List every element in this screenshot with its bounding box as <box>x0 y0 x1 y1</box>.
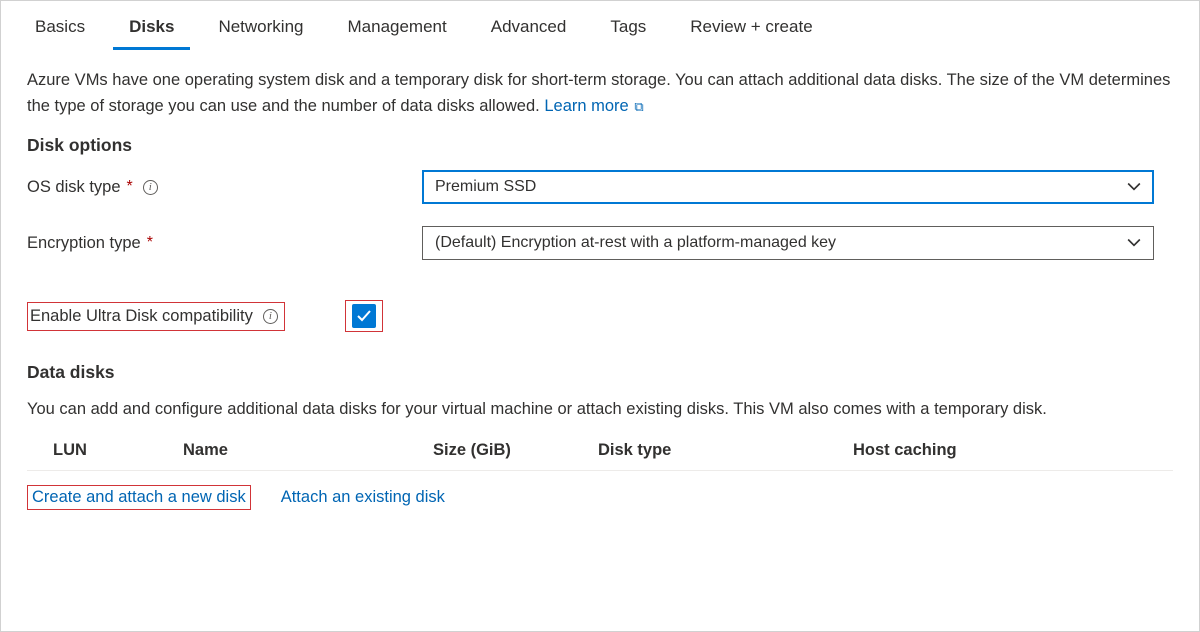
form-row-os-disk-type: OS disk type * i Premium SSD <box>27 170 1173 204</box>
ultra-disk-label: Enable Ultra Disk compatibility <box>30 307 253 326</box>
form-row-encryption-type: Encryption type * (Default) Encryption a… <box>27 226 1173 260</box>
section-title-data-disks: Data disks <box>27 362 1173 383</box>
tab-management[interactable]: Management <box>332 11 463 50</box>
ultra-disk-checkbox[interactable] <box>352 304 376 328</box>
learn-more-label: Learn more <box>544 97 628 115</box>
required-indicator: * <box>127 178 133 196</box>
th-name: Name <box>183 441 433 460</box>
chevron-down-icon <box>1127 236 1141 250</box>
tabs-bar: Basics Disks Networking Management Advan… <box>1 1 1199 50</box>
th-host-caching: Host caching <box>853 441 1173 460</box>
data-disks-intro: You can add and configure additional dat… <box>27 397 1173 423</box>
tab-disks[interactable]: Disks <box>113 11 190 50</box>
info-icon[interactable]: i <box>143 180 158 195</box>
form-row-ultra-disk: Enable Ultra Disk compatibility i <box>27 300 1173 332</box>
tab-review-create[interactable]: Review + create <box>674 11 828 50</box>
os-disk-type-dropdown[interactable]: Premium SSD <box>422 170 1154 204</box>
th-lun: LUN <box>53 441 183 460</box>
intro-text: Azure VMs have one operating system disk… <box>27 68 1173 119</box>
encryption-type-value: (Default) Encryption at-rest with a plat… <box>435 234 836 252</box>
encryption-type-label: Encryption type <box>27 234 141 253</box>
chevron-down-icon <box>1127 180 1141 194</box>
th-size: Size (GiB) <box>433 441 598 460</box>
section-title-disk-options: Disk options <box>27 135 1173 156</box>
os-disk-type-label: OS disk type <box>27 178 121 197</box>
tab-networking[interactable]: Networking <box>202 11 319 50</box>
info-icon[interactable]: i <box>263 309 278 324</box>
disk-actions: Create and attach a new disk Attach an e… <box>27 471 1173 510</box>
tab-advanced[interactable]: Advanced <box>475 11 583 50</box>
required-indicator: * <box>147 234 153 252</box>
encryption-type-dropdown[interactable]: (Default) Encryption at-rest with a plat… <box>422 226 1154 260</box>
learn-more-link[interactable]: Learn more ⧉ <box>544 97 643 115</box>
checkmark-icon <box>356 308 372 324</box>
tab-tags[interactable]: Tags <box>594 11 662 50</box>
tab-basics[interactable]: Basics <box>19 11 101 50</box>
create-attach-disk-link[interactable]: Create and attach a new disk <box>32 488 246 506</box>
external-link-icon: ⧉ <box>631 99 644 114</box>
os-disk-type-value: Premium SSD <box>435 178 536 196</box>
th-disk-type: Disk type <box>598 441 853 460</box>
attach-existing-disk-link[interactable]: Attach an existing disk <box>281 488 445 507</box>
data-disks-table-header: LUN Name Size (GiB) Disk type Host cachi… <box>27 441 1173 471</box>
